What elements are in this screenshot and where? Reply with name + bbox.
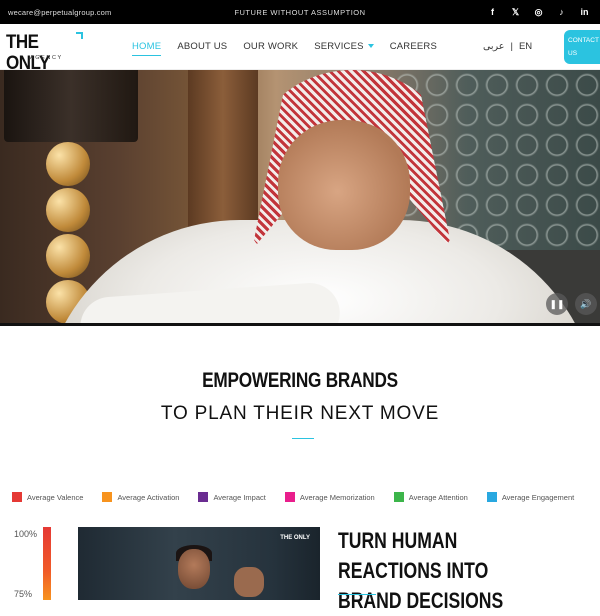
logo-subtext: AGENCY [30,55,63,61]
nav-item-our-work[interactable]: OUR WORK [243,41,298,52]
legend-label: Average Memorization [299,492,375,502]
hero-person-face [278,120,410,250]
legend-item-attention: Average Attention [393,492,468,502]
lang-separator: | [510,41,513,52]
chevron-down-icon [367,44,374,49]
legend-label: Average Attention [408,492,468,502]
legend-swatch [486,492,497,502]
section-divider [292,438,314,439]
legend-item-activation: Average Activation [102,492,179,502]
video-person-hand [234,567,264,597]
x-twitter-icon[interactable]: 𝕏 [504,4,527,20]
metric-level-bar [43,527,51,600]
section-title: EMPOWERING BRANDS [202,369,398,392]
legend-item-memorization: Average Memorization [284,492,375,502]
top-bar: wecare@perpetualgroup.com FUTURE WITHOUT… [0,0,600,24]
instagram-icon[interactable]: ◎ [527,4,550,20]
axis-label-top: 100% [14,529,38,539]
pause-icon[interactable]: ❚❚ [546,293,568,315]
video-person-face [178,549,210,589]
axis-label-mid: 75% [14,589,33,599]
lang-arabic[interactable]: عربى [483,41,504,52]
logo-text: THE ONLY [6,30,50,74]
section-subtitle: TO PLAN THEIR NEXT MOVE [160,403,440,424]
legend-label: Average Engagement [501,492,575,502]
facebook-icon[interactable]: f [481,4,504,20]
site-logo[interactable]: THE ONLY AGENCY [6,31,83,73]
lang-english[interactable]: EN [519,41,532,52]
contact-label-line2: US [568,50,578,57]
nav-item-home[interactable]: HOME [132,41,162,56]
video-progress-bar[interactable] [0,323,600,326]
site-header: THE ONLY AGENCY HOME ABOUT US OUR WORK S… [0,24,600,73]
volume-icon[interactable]: 🔊 [575,293,597,315]
legend-swatch [12,492,22,502]
case-video-thumbnail[interactable]: THE ONLY [78,527,320,600]
tiktok-icon[interactable]: ♪ [550,4,573,20]
legend-label: Average Activation [117,492,180,502]
legend-item-valence: Average Valence [12,492,83,502]
logo-mark-icon [76,32,83,39]
legend-item-engagement: Average Engagement [486,492,575,502]
language-switcher: عربى | EN [483,41,532,52]
legend-label: Average Impact [213,492,266,502]
cta-divider [338,594,376,595]
hero-video[interactable] [0,70,600,326]
cta-heading-line2: BRAND DECISIONS [338,588,504,613]
nav-item-careers[interactable]: CAREERS [390,41,437,52]
legend-swatch [393,492,404,502]
social-links: f 𝕏 ◎ ♪ in [481,4,596,20]
contact-us-button[interactable]: CONTACT US [564,30,600,64]
linkedin-icon[interactable]: in [573,4,596,20]
main-nav: HOME ABOUT US OUR WORK SERVICES CAREERS [132,41,453,56]
cta-heading-line1: TURN HUMAN REACTIONS INTO [338,528,489,583]
video-brand-watermark: THE ONLY [280,535,310,541]
metrics-legend: Average Valence Average Activation Avera… [12,492,600,502]
nav-item-about[interactable]: ABOUT US [177,41,227,52]
nav-item-services[interactable]: SERVICES [314,41,374,52]
legend-swatch [198,492,209,502]
nav-item-services-label: SERVICES [314,41,364,52]
hero-lamp-shade [4,70,138,142]
contact-label-line1: CONTACT [568,37,599,44]
legend-label: Average Valence [27,492,84,502]
legend-item-impact: Average Impact [198,492,266,502]
legend-swatch [284,492,295,502]
cta-heading: TURN HUMAN REACTIONS INTO BRAND DECISION… [338,526,538,616]
legend-swatch [102,492,113,502]
